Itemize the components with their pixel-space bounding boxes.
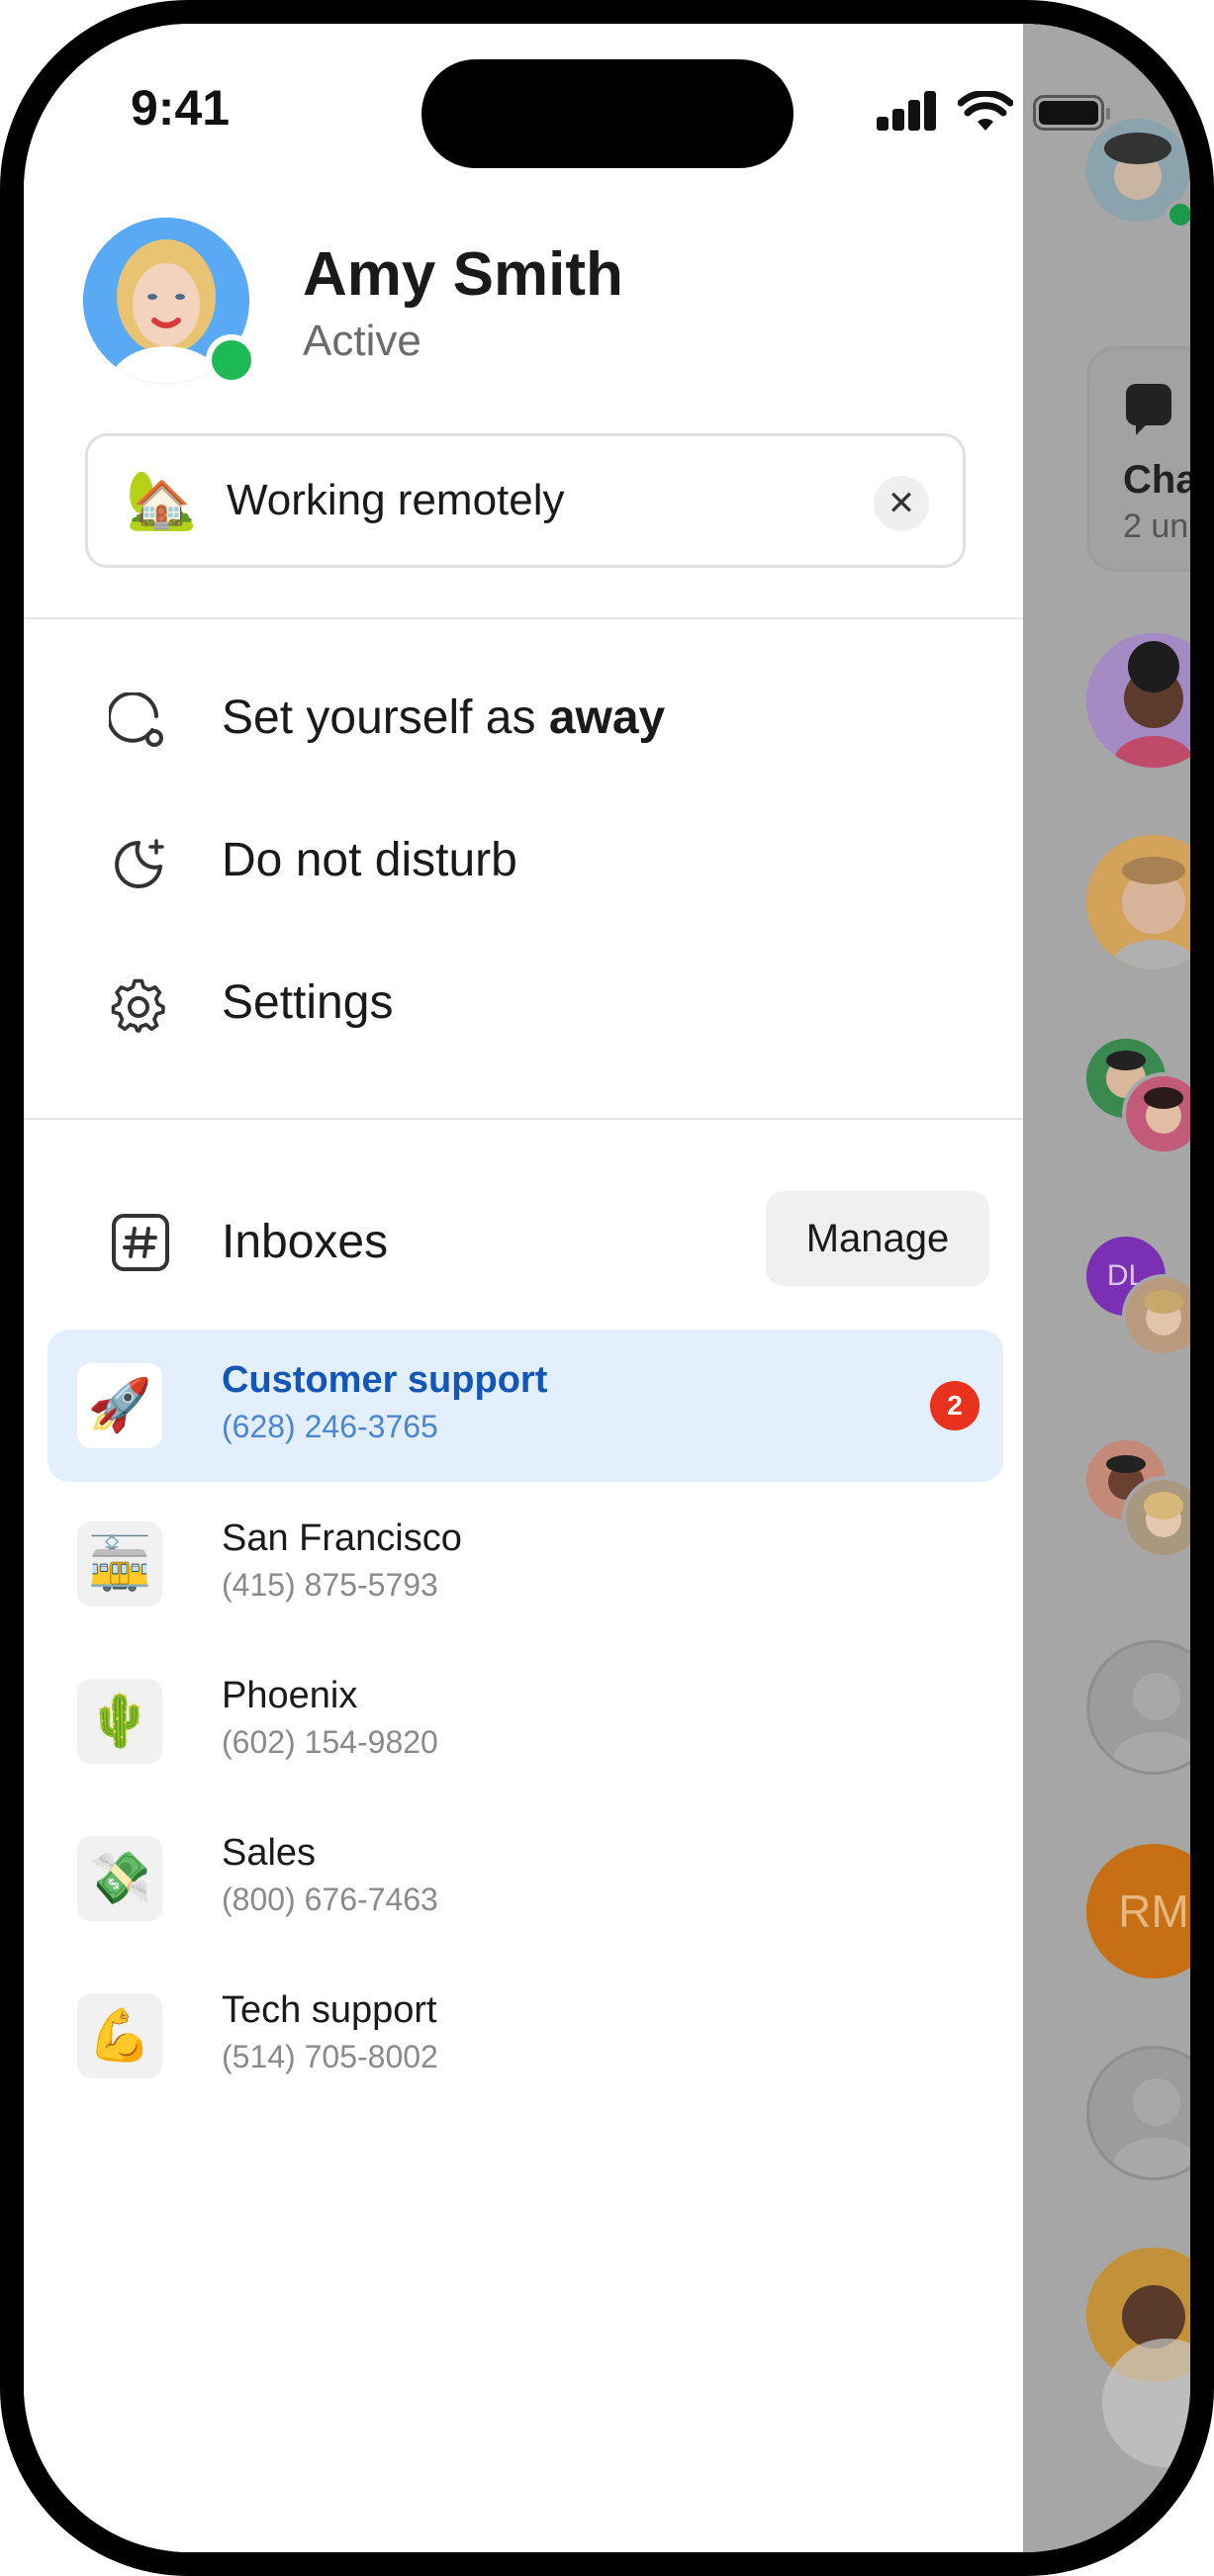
inbox-phone: (415) 875-5793 <box>222 1567 438 1603</box>
divider <box>24 617 1023 619</box>
background-card-title: Cha <box>1123 458 1190 502</box>
avatar-photo-icon <box>1126 1278 1190 1353</box>
inbox-customer-support[interactable]: 🚀 Customer support (628) 246-3765 2 <box>47 1330 1003 1482</box>
account-drawer: 9:41 Amy Smith Active 🏡 Working remotely… <box>24 24 1110 2552</box>
money-wings-emoji-icon: 💸 <box>77 1836 162 1921</box>
inbox-phone: (628) 246-3765 <box>222 1409 438 1444</box>
unread-badge: 2 <box>930 1381 980 1430</box>
inbox-name: Tech support <box>222 1989 437 2031</box>
cactus-emoji-icon: 🌵 <box>77 1679 162 1764</box>
settings-menu-item[interactable]: Settings <box>83 962 954 1041</box>
background-card-subtitle: 2 un <box>1123 507 1189 545</box>
rocket-emoji-icon: 🚀 <box>77 1363 162 1448</box>
inbox-name: Phoenix <box>222 1675 358 1716</box>
divider <box>24 1118 1023 1120</box>
inbox-name: San Francisco <box>222 1518 462 1559</box>
tram-emoji-icon: 🚋 <box>77 1521 162 1607</box>
inbox-tech-support[interactable]: 💪 Tech support (514) 705-8002 <box>47 1960 1003 2112</box>
do-not-disturb-menu-item[interactable]: Do not disturb <box>83 819 954 898</box>
inboxes-title: Inboxes <box>222 1216 389 1268</box>
set-away-label: Set yourself as away <box>222 691 666 744</box>
inboxes-header: Inboxes Manage <box>83 1191 993 1290</box>
user-status: Active <box>303 317 421 365</box>
avatar-photo-icon <box>1126 1480 1190 1555</box>
wifi-icon <box>958 91 1013 131</box>
inbox-name: Sales <box>222 1832 317 1874</box>
battery-icon <box>1033 95 1110 131</box>
inbox-sales[interactable]: 💸 Sales (800) 676-7463 <box>47 1802 1003 1955</box>
inbox-phoenix[interactable]: 🌵 Phoenix (602) 154-9820 <box>47 1645 1003 1797</box>
inbox-phone: (800) 676-7463 <box>222 1882 438 1917</box>
phone-frame: Cha 2 un DL RM 9:41 Amy Smith Active 🏡 W… <box>0 0 1214 2576</box>
do-not-disturb-label: Do not disturb <box>222 834 517 886</box>
chat-bubble-icon <box>1126 384 1171 435</box>
gear-icon <box>111 978 165 1033</box>
dynamic-island <box>421 59 794 168</box>
inbox-san-francisco[interactable]: 🚋 San Francisco (415) 875-5793 <box>47 1488 1003 1640</box>
inbox-name: Customer support <box>222 1359 548 1401</box>
manage-inboxes-button[interactable]: Manage <box>766 1191 989 1286</box>
status-time: 9:41 <box>131 80 231 136</box>
background-presence-dot <box>1166 200 1190 230</box>
moon-icon <box>115 839 164 888</box>
custom-status-text: Working remotely <box>227 476 565 524</box>
settings-label: Settings <box>222 976 394 1029</box>
flexed-biceps-emoji-icon: 💪 <box>77 1993 162 2078</box>
away-status-icon <box>109 692 163 747</box>
screen: Cha 2 un DL RM 9:41 Amy Smith Active 🏡 W… <box>24 24 1190 2552</box>
user-name: Amy Smith <box>303 240 623 309</box>
set-away-menu-item[interactable]: Set yourself as away <box>83 677 954 756</box>
inbox-phone: (514) 705-8002 <box>222 2039 438 2074</box>
background-initials: RM <box>1118 1886 1189 1937</box>
inbox-phone: (602) 154-9820 <box>222 1724 438 1760</box>
clear-status-button[interactable]: ✕ <box>874 476 929 531</box>
presence-indicator <box>206 334 257 386</box>
cellular-signal-icon <box>877 91 938 131</box>
status-bar: 9:41 <box>24 24 1190 168</box>
background-chat-card[interactable]: Cha 2 un <box>1086 346 1190 572</box>
hashtag-box-icon <box>112 1214 169 1271</box>
custom-status-field[interactable]: 🏡 Working remotely ✕ <box>85 433 966 568</box>
house-emoji-icon: 🏡 <box>126 468 198 532</box>
avatar-photo-icon <box>1126 1076 1190 1151</box>
